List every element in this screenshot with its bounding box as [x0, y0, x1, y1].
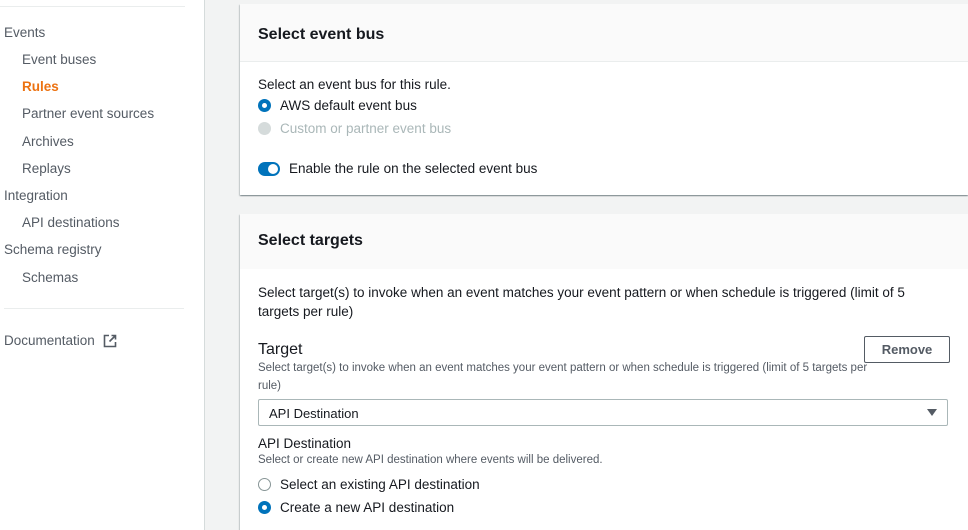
select-event-bus-panel: Select event bus Select an event bus for… [240, 4, 968, 195]
api-destination-label: API Destination [258, 436, 352, 451]
radio-selected-icon[interactable] [258, 501, 271, 514]
sidebar-item-partner-event-sources[interactable]: Partner event sources [22, 106, 154, 121]
target-type-select[interactable]: API Destination [258, 399, 948, 426]
sidebar-item-rules[interactable]: Rules [22, 79, 59, 94]
sidebar-section-schema-registry[interactable]: Schema registry [4, 242, 102, 257]
sidebar-item-event-buses[interactable]: Event buses [22, 52, 96, 67]
radio-disabled-icon [258, 122, 271, 135]
enable-rule-label: Enable the rule on the selected event bu… [289, 161, 538, 176]
radio-existing-label: Select an existing API destination [280, 477, 480, 492]
documentation-link[interactable]: Documentation [4, 333, 117, 348]
sidebar-item-api-destinations[interactable]: API destinations [22, 215, 120, 230]
sidebar-item-schemas[interactable]: Schemas [22, 270, 78, 285]
sidebar-item-replays[interactable]: Replays [22, 161, 71, 176]
remove-target-button[interactable]: Remove [864, 336, 950, 363]
target-description: Select target(s) to invoke when an event… [258, 362, 868, 392]
event-bus-prompt: Select an event bus for this rule. [258, 77, 451, 92]
radio-new-label: Create a new API destination [280, 500, 455, 515]
sidebar-top-divider [0, 6, 185, 7]
radio-unselected-icon[interactable] [258, 478, 271, 491]
select-targets-title: Select targets [240, 214, 968, 269]
select-event-bus-title: Select event bus [240, 4, 968, 62]
radio-custom-label: Custom or partner event bus [280, 121, 452, 136]
enable-rule-toggle[interactable] [258, 162, 280, 176]
select-targets-panel: Select targets Select target(s) to invok… [240, 214, 968, 530]
sidebar-item-archives[interactable]: Archives [22, 134, 74, 149]
sidebar: Events Event buses Rules Partner event s… [0, 0, 205, 530]
radio-aws-default-label: AWS default event bus [280, 98, 417, 113]
target-label: Target [258, 341, 303, 358]
target-type-value: API Destination [269, 406, 359, 421]
caret-down-icon [927, 409, 937, 416]
sidebar-section-events[interactable]: Events [4, 25, 45, 40]
radio-selected-icon[interactable] [258, 99, 271, 112]
sidebar-divider [4, 308, 184, 309]
targets-description: Select target(s) to invoke when an event… [258, 285, 905, 319]
external-link-icon [103, 334, 117, 348]
api-destination-description: Select or create new API destination whe… [258, 454, 603, 466]
documentation-label: Documentation [4, 333, 95, 348]
sidebar-section-integration[interactable]: Integration [4, 188, 68, 203]
